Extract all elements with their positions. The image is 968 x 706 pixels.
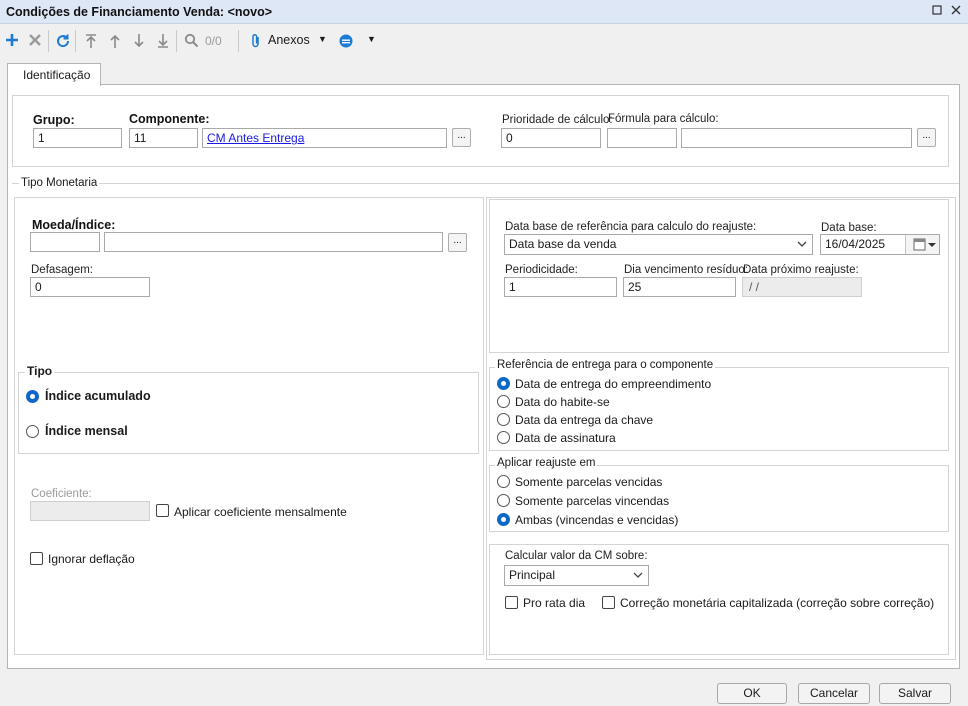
move-last-icon[interactable] bbox=[154, 33, 172, 49]
reajuste-ambas-label[interactable]: Ambas (vincendas e vencidas) bbox=[515, 513, 678, 527]
tipo-mensal-label[interactable]: Índice mensal bbox=[45, 424, 128, 438]
data-proximo-input: / / bbox=[742, 277, 862, 297]
chevron-down-icon bbox=[797, 235, 807, 260]
tab-identificacao[interactable]: Identificação bbox=[7, 63, 101, 86]
moeda-name-input[interactable] bbox=[104, 232, 443, 252]
move-first-icon[interactable] bbox=[82, 33, 100, 49]
refresh-icon[interactable] bbox=[54, 33, 72, 49]
calendar-button[interactable] bbox=[905, 235, 939, 254]
ok-button[interactable]: OK bbox=[717, 683, 787, 704]
ref-entrega-assinatura-radio[interactable] bbox=[497, 431, 510, 444]
tipo-acumulado-radio[interactable] bbox=[26, 390, 39, 403]
moeda-lookup-button[interactable]: ... bbox=[448, 233, 467, 252]
reajuste-ambas-radio[interactable] bbox=[497, 513, 510, 526]
data-base-ref-label: Data base de referência para calculo do … bbox=[505, 221, 757, 233]
chevron-down-icon bbox=[633, 566, 643, 591]
reajuste-vincendas-label[interactable]: Somente parcelas vincendas bbox=[515, 494, 669, 508]
defasagem-input[interactable]: 0 bbox=[30, 277, 150, 297]
data-base-label: Data base: bbox=[821, 222, 877, 234]
periodicidade-label: Periodicidade: bbox=[505, 264, 578, 276]
add-icon[interactable] bbox=[3, 33, 21, 49]
pro-rata-checkbox[interactable] bbox=[505, 596, 518, 609]
delete-icon[interactable] bbox=[26, 33, 44, 49]
moeda-label: Moeda/Índice: bbox=[32, 218, 116, 232]
moeda-code-input[interactable] bbox=[30, 232, 100, 252]
coeficiente-input bbox=[30, 501, 150, 521]
data-base-value: 16/04/2025 bbox=[825, 237, 886, 251]
close-icon[interactable] bbox=[948, 4, 964, 20]
calcular-cm-select[interactable]: Principal bbox=[504, 565, 649, 586]
ref-entrega-habite-se-label[interactable]: Data do habite-se bbox=[515, 395, 610, 409]
ref-entrega-empreendimento-label[interactable]: Data de entrega do empreendimento bbox=[515, 377, 711, 391]
restore-icon[interactable] bbox=[929, 4, 945, 20]
chevron-down-icon[interactable]: ▼ bbox=[367, 34, 376, 44]
cancel-button[interactable]: Cancelar bbox=[798, 683, 870, 704]
tipo-mensal-radio[interactable] bbox=[26, 425, 39, 438]
move-down-icon[interactable] bbox=[130, 33, 148, 49]
formula-label: Fórmula para cálculo: bbox=[608, 113, 719, 125]
ref-entrega-chave-label[interactable]: Data da entrega da chave bbox=[515, 413, 653, 427]
move-up-icon[interactable] bbox=[106, 33, 124, 49]
ignorar-deflacao-label[interactable]: Ignorar deflação bbox=[48, 552, 135, 566]
grupo-input[interactable]: 1 bbox=[33, 128, 122, 148]
ref-entrega-assinatura-label[interactable]: Data de assinatura bbox=[515, 431, 616, 445]
toolbar-separator bbox=[238, 30, 239, 52]
componente-name-link[interactable]: CM Antes Entrega bbox=[207, 131, 304, 145]
aplicar-coeficiente-label[interactable]: Aplicar coeficiente mensalmente bbox=[174, 505, 347, 519]
toolbar: 0/0 Anexos ▼ ▼ bbox=[0, 25, 968, 57]
reajuste-vincendas-radio[interactable] bbox=[497, 494, 510, 507]
prioridade-input[interactable]: 0 bbox=[501, 128, 601, 148]
formula-code-input[interactable] bbox=[607, 128, 677, 148]
ref-entrega-empreendimento-radio[interactable] bbox=[497, 377, 510, 390]
formula-lookup-button[interactable]: ... bbox=[917, 128, 936, 147]
componente-code-input[interactable]: 11 bbox=[129, 128, 198, 148]
attachments-button[interactable]: Anexos bbox=[268, 33, 310, 47]
tipo-acumulado-label[interactable]: Índice acumulado bbox=[45, 389, 151, 403]
toolbar-separator bbox=[48, 30, 49, 52]
grupo-label: Grupo: bbox=[33, 113, 75, 127]
coeficiente-label: Coeficiente: bbox=[31, 488, 92, 500]
toolbar-separator bbox=[176, 30, 177, 52]
reajuste-vencidas-label[interactable]: Somente parcelas vencidas bbox=[515, 475, 662, 489]
correcao-capitalizada-checkbox[interactable] bbox=[602, 596, 615, 609]
componente-lookup-button[interactable]: ... bbox=[452, 128, 471, 147]
referencia-entrega-legend: Referência de entrega para o componente bbox=[495, 359, 716, 371]
ignorar-deflacao-checkbox[interactable] bbox=[30, 552, 43, 565]
formula-name-input[interactable] bbox=[681, 128, 912, 148]
search-icon[interactable] bbox=[182, 33, 200, 49]
periodicidade-input[interactable]: 1 bbox=[504, 277, 617, 297]
tipo-group bbox=[18, 372, 479, 454]
chevron-down-icon[interactable]: ▼ bbox=[318, 34, 327, 44]
data-base-ref-select[interactable]: Data base da venda bbox=[504, 234, 813, 255]
componente-name-field[interactable]: CM Antes Entrega bbox=[202, 128, 447, 148]
save-button[interactable]: Salvar bbox=[879, 683, 951, 704]
attachment-icon[interactable] bbox=[247, 33, 265, 49]
ref-entrega-habite-se-radio[interactable] bbox=[497, 395, 510, 408]
dia-vencimento-input[interactable]: 25 bbox=[623, 277, 736, 297]
reajuste-vencidas-radio[interactable] bbox=[497, 475, 510, 488]
data-proximo-label: Data próximo reajuste: bbox=[743, 264, 859, 276]
tab-label: Identificação bbox=[23, 68, 91, 82]
dia-vencimento-label: Dia vencimento resíduo: bbox=[624, 264, 749, 276]
defasagem-label: Defasagem: bbox=[31, 264, 94, 276]
tipo-legend: Tipo bbox=[25, 364, 55, 378]
aplicar-coeficiente-checkbox[interactable] bbox=[156, 504, 169, 517]
aplicar-reajuste-legend: Aplicar reajuste em bbox=[495, 457, 598, 469]
componente-label: Componente: bbox=[129, 112, 210, 126]
data-base-ref-value: Data base da venda bbox=[509, 237, 617, 251]
calcular-cm-value: Principal bbox=[509, 568, 556, 582]
correcao-capitalizada-label[interactable]: Correção monetária capitalizada (correçã… bbox=[620, 596, 934, 610]
pro-rata-label[interactable]: Pro rata dia bbox=[523, 596, 585, 610]
ref-entrega-chave-radio[interactable] bbox=[497, 413, 510, 426]
tipo-monetaria-legend: Tipo Monetaria bbox=[19, 177, 100, 189]
calendar-icon bbox=[913, 238, 936, 251]
title-bar: Condições de Financiamento Venda: <novo> bbox=[0, 0, 968, 24]
prioridade-label: Prioridade de cálculo: bbox=[502, 114, 613, 126]
record-icon[interactable] bbox=[337, 33, 355, 49]
window-title: Condições de Financiamento Venda: <novo> bbox=[6, 5, 273, 19]
toolbar-separator bbox=[75, 30, 76, 52]
calcular-cm-label: Calcular valor da CM sobre: bbox=[505, 550, 648, 562]
record-counter: 0/0 bbox=[205, 34, 222, 48]
